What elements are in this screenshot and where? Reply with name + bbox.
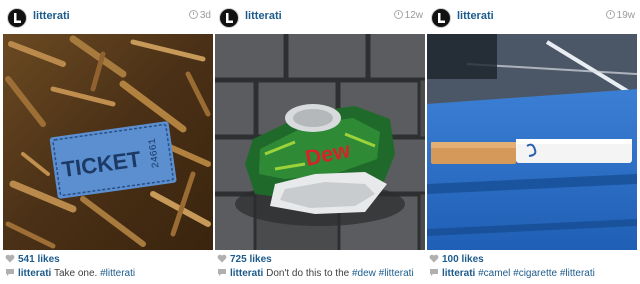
- post-header: litterati 19w: [427, 0, 637, 34]
- comment-icon: [430, 269, 438, 276]
- litterati-logo-icon: [438, 13, 445, 23]
- avatar[interactable]: [219, 8, 239, 28]
- clock-icon: [393, 10, 403, 19]
- caption-username[interactable]: litterati: [230, 268, 263, 279]
- post-photo[interactable]: [427, 34, 637, 250]
- post-age: 19w: [605, 10, 635, 21]
- likes-count-text: 541 likes: [18, 254, 60, 265]
- likes-count[interactable]: 100 likes: [429, 254, 484, 265]
- caption-text: Don't do this to the: [263, 268, 352, 279]
- caption-hashtags[interactable]: #litterati: [100, 268, 135, 279]
- post-age-text: 19w: [616, 10, 635, 21]
- caption-hashtags[interactable]: #dew #litterati: [352, 268, 414, 279]
- caption: litterati Don't do this to the #dew #lit…: [217, 268, 414, 279]
- username-link[interactable]: litterati: [33, 10, 70, 22]
- caption: litterati Take one. #litterati: [5, 268, 135, 279]
- post-age-text: 12w: [404, 10, 423, 21]
- comment-icon: [6, 269, 14, 276]
- heart-icon: [429, 254, 439, 263]
- post-header: litterati 3d: [3, 0, 213, 34]
- post-age-text: 3d: [199, 10, 211, 21]
- litterati-logo-icon: [14, 13, 21, 23]
- clock-icon: [605, 10, 615, 19]
- post-photo[interactable]: TICKET 24661: [3, 34, 213, 250]
- photo-feed: litterati 3d TICKET 24661 541 likes litt…: [0, 0, 640, 284]
- post-photo[interactable]: Dew: [215, 34, 425, 250]
- avatar[interactable]: [7, 8, 27, 28]
- post-card: litterati 3d TICKET 24661 541 likes litt…: [3, 0, 213, 284]
- comment-icon: [218, 269, 226, 276]
- caption-text: Take one.: [51, 268, 101, 279]
- likes-count[interactable]: 541 likes: [5, 254, 60, 265]
- clock-icon: [188, 10, 198, 19]
- caption-hashtags[interactable]: #camel #cigarette #litterati: [478, 268, 595, 279]
- litterati-logo-icon: [226, 13, 233, 23]
- avatar[interactable]: [431, 8, 451, 28]
- heart-icon: [217, 254, 227, 263]
- post-age: 12w: [393, 10, 423, 21]
- likes-count-text: 100 likes: [442, 254, 484, 265]
- caption-username[interactable]: litterati: [442, 268, 475, 279]
- caption: litterati #camel #cigarette #litterati: [429, 268, 595, 279]
- caption-username[interactable]: litterati: [18, 268, 51, 279]
- post-card: litterati 19w 100 likes litterati #camel…: [427, 0, 637, 284]
- likes-count-text: 725 likes: [230, 254, 272, 265]
- post-age: 3d: [188, 10, 211, 21]
- post-header: litterati 12w: [215, 0, 425, 34]
- username-link[interactable]: litterati: [457, 10, 494, 22]
- post-card: litterati 12w Dew 725 likes litterati Do…: [215, 0, 425, 284]
- likes-count[interactable]: 725 likes: [217, 254, 272, 265]
- heart-icon: [5, 254, 15, 263]
- username-link[interactable]: litterati: [245, 10, 282, 22]
